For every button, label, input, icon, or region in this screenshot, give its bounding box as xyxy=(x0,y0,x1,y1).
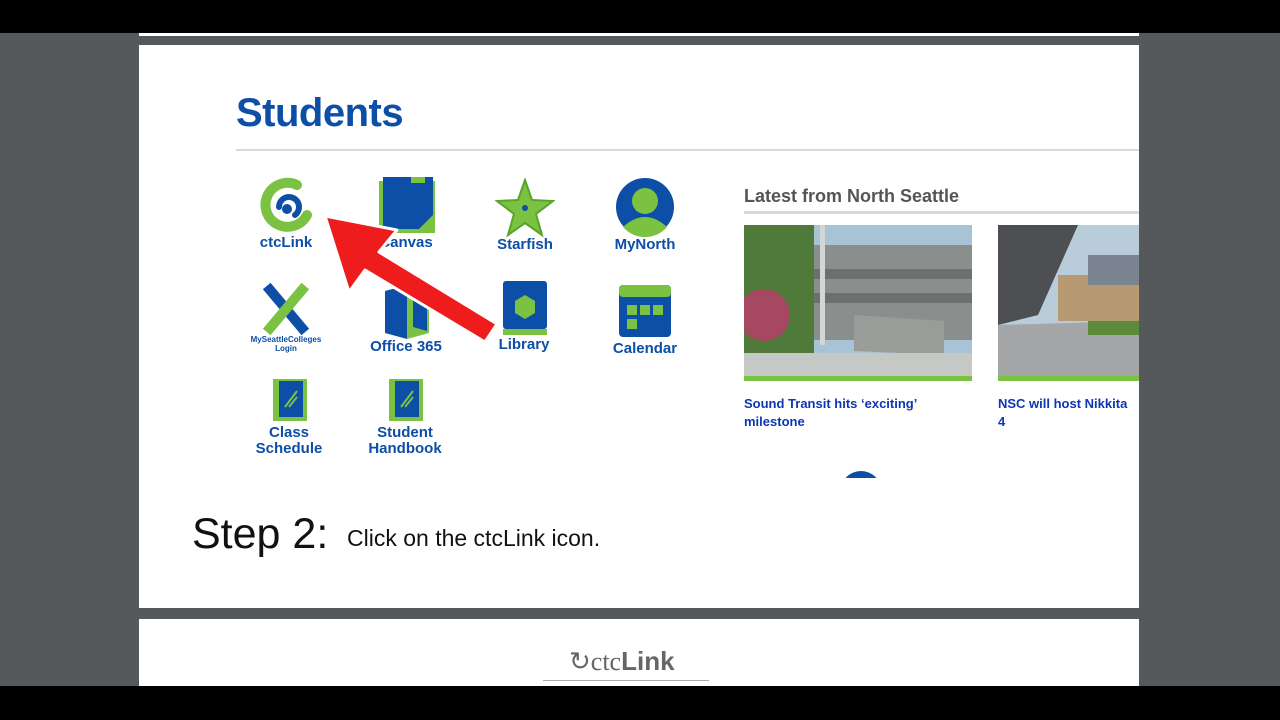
ctclink-link[interactable]: ctcLink xyxy=(257,177,315,257)
myseattlecolleges-label-line2: Login xyxy=(275,344,297,353)
news-divider xyxy=(744,211,1139,214)
mynorth-link[interactable]: MyNorth xyxy=(615,177,675,257)
handbook-icon xyxy=(389,379,423,421)
step-number: Step 2: xyxy=(192,510,329,558)
calendar-icon xyxy=(619,285,671,337)
next-slide-preview: ↻ctcLink xyxy=(139,619,1139,686)
footer-logo-light: ctc xyxy=(590,647,622,676)
student-handbook-label-line2: Handbook xyxy=(368,439,442,457)
news-item-1-line2: milestone xyxy=(744,414,805,429)
page-title: Students xyxy=(236,91,404,135)
user-avatar-icon xyxy=(616,178,674,237)
news-item-2-link[interactable]: NSC will host Nikkita 4 xyxy=(998,395,1139,431)
title-divider xyxy=(236,149,1139,151)
mynorth-label: MyNorth xyxy=(614,236,676,253)
news-photo-2-accent xyxy=(998,376,1139,381)
step-instruction: Click on the ctcLink icon. xyxy=(347,525,601,551)
ctclink-footer-logo-swirl-icon: ↻ xyxy=(569,647,591,676)
footer-divider xyxy=(543,680,709,681)
schedule-book-icon xyxy=(273,379,307,421)
class-schedule-label: Class Schedule xyxy=(249,425,329,457)
student-handbook-link[interactable]: Student Handbook xyxy=(368,377,442,459)
news-photo-1-accent xyxy=(744,376,972,381)
campus-plaza-image xyxy=(998,225,1139,381)
top-letterbox-bar xyxy=(0,0,1280,33)
class-schedule-label-line1: Class xyxy=(268,424,310,441)
partial-circle-icon xyxy=(845,471,877,478)
pencil-ruler-icon xyxy=(262,283,310,335)
ctclink-footer-logo: ↻ctcLink xyxy=(569,646,675,677)
campus-photo-image xyxy=(744,225,972,381)
news-item-2-line2: 4 xyxy=(998,414,1006,429)
ctclink-logo-icon xyxy=(260,177,312,232)
news-photo-2[interactable] xyxy=(998,225,1139,381)
footer-logo-bold: Link xyxy=(621,646,675,676)
red-pointer-arrow xyxy=(323,214,499,344)
student-handbook-label: Student Handbook xyxy=(365,425,445,457)
class-schedule-label-line2: Schedule xyxy=(255,439,323,457)
bottom-letterbox-bar xyxy=(0,686,1280,720)
calendar-label: Calendar xyxy=(612,340,678,357)
news-photo-1[interactable] xyxy=(744,225,972,381)
student-handbook-label-line1: Student xyxy=(377,424,433,441)
slide: Students ctcLink Canvas Starfish MyNorth… xyxy=(139,45,1139,608)
news-item-1-link[interactable]: Sound Transit hits ‘exciting’ milestone xyxy=(744,395,964,431)
news-heading: Latest from North Seattle xyxy=(744,186,960,206)
news-item-1-line1: Sound Transit hits ‘exciting’ xyxy=(744,396,918,411)
myseattlecolleges-login-link[interactable]: MySeattleColleges Login xyxy=(251,283,321,355)
class-schedule-link[interactable]: Class Schedule xyxy=(256,377,322,459)
calendar-link[interactable]: Calendar xyxy=(613,283,677,359)
previous-slide-edge xyxy=(139,33,1139,36)
news-item-2-line1: NSC will host Nikkita xyxy=(998,396,1128,411)
